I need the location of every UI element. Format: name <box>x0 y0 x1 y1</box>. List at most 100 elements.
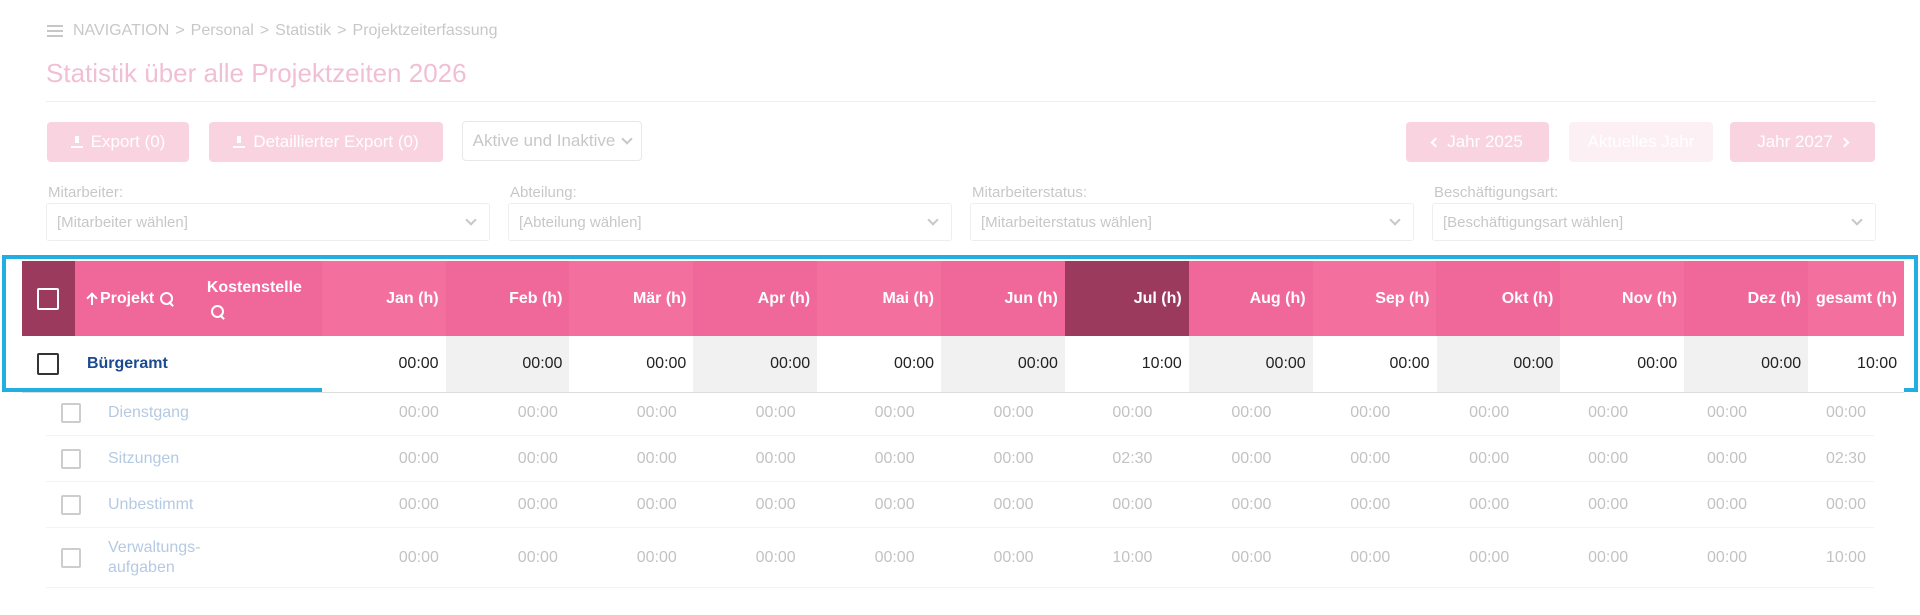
project-name-link[interactable]: Unbestimmt <box>108 495 328 515</box>
cell-mar: 00:00 <box>636 449 677 467</box>
cell-dez: 00:00 <box>1707 403 1748 421</box>
table-row: Bürgeramt 00:00 00:00 00:00 00:00 00:00 … <box>22 336 1905 393</box>
row-checkbox[interactable] <box>61 448 81 469</box>
cell-dez: 00:00 <box>1707 548 1748 566</box>
cell-apr: 00:00 <box>755 403 796 421</box>
column-header-aug[interactable]: Aug (h) <box>1188 261 1313 336</box>
cell-feb: 00:00 <box>445 336 570 392</box>
chevron-down-icon <box>465 214 477 226</box>
title-divider <box>46 101 1876 102</box>
cell-okt: 00:00 <box>1469 403 1510 421</box>
employee-status-select[interactable]: [Mitarbeiterstatus wählen] <box>970 203 1414 241</box>
column-header-apr[interactable]: Apr (h) <box>693 261 818 336</box>
column-header-feb[interactable]: Feb (h) <box>445 261 570 336</box>
row-checkbox[interactable] <box>61 402 81 423</box>
project-name-link[interactable]: Bürgeramt <box>75 336 322 392</box>
download-icon <box>233 136 246 148</box>
chevron-right-icon <box>1839 137 1850 147</box>
next-year-button[interactable]: Jahr 2027 <box>1730 122 1875 162</box>
table-header-row: Projekt Kostenstelle Jan (h) Feb (h) Mär… <box>22 261 1904 336</box>
breadcrumb-separator: > <box>175 22 185 39</box>
column-header-cost-center-label: Kostenstelle <box>206 278 302 296</box>
cell-jul: 10:00 <box>1064 336 1189 392</box>
filter-label-department: Abteilung: <box>510 184 577 201</box>
cell-jul: 00:00 <box>1112 495 1153 513</box>
cell-jan: 00:00 <box>398 449 439 467</box>
cell-jul: 02:30 <box>1112 449 1153 467</box>
cell-jan: 00:00 <box>398 548 439 566</box>
search-icon[interactable] <box>160 291 174 306</box>
cell-mar: 00:00 <box>636 548 677 566</box>
table-row: Dienstgang 00:00 00:00 00:00 00:00 00:00… <box>46 390 1874 436</box>
column-header-mai[interactable]: Mai (h) <box>817 261 941 336</box>
employee-select[interactable]: [Mitarbeiter wählen] <box>46 203 490 241</box>
column-header-nov[interactable]: Nov (h) <box>1560 261 1685 336</box>
filter-label-employee: Mitarbeiter: <box>48 184 124 201</box>
employee-select-placeholder: [Mitarbeiter wählen] <box>57 213 188 231</box>
column-header-mar[interactable]: Mär (h) <box>569 261 694 336</box>
project-name-link[interactable]: Verwaltungs- aufgaben <box>108 538 328 578</box>
cell-jun: 00:00 <box>993 495 1034 513</box>
select-all-checkbox[interactable] <box>37 287 60 310</box>
cell-aug: 00:00 <box>1231 449 1272 467</box>
cell-apr: 00:00 <box>755 548 796 566</box>
cell-okt: 00:00 <box>1469 548 1510 566</box>
export-button[interactable]: Export (0) <box>47 122 189 162</box>
column-header-jun[interactable]: Jun (h) <box>940 261 1065 336</box>
row-checkbox[interactable] <box>61 494 81 515</box>
column-header-dez[interactable]: Dez (h) <box>1684 261 1808 336</box>
cell-total: 00:00 <box>1825 403 1866 421</box>
column-header-jan[interactable]: Jan (h) <box>321 261 446 336</box>
column-header-jul[interactable]: Jul (h) <box>1064 261 1189 336</box>
cell-apr: 00:00 <box>693 336 818 392</box>
cell-aug: 00:00 <box>1188 336 1313 392</box>
cell-dez: 00:00 <box>1684 336 1809 392</box>
cell-feb: 00:00 <box>517 403 558 421</box>
cell-aug: 00:00 <box>1231 403 1272 421</box>
cell-jul: 00:00 <box>1112 403 1153 421</box>
cell-nov: 00:00 <box>1588 403 1629 421</box>
breadcrumb-statistik[interactable]: Statistik <box>275 22 331 40</box>
table-row: Unbestimmt 00:00 00:00 00:00 00:00 00:00… <box>46 482 1874 528</box>
status-filter-dropdown[interactable]: Aktive und Inaktive <box>462 121 642 161</box>
search-icon[interactable] <box>210 304 225 319</box>
cell-jun: 00:00 <box>993 548 1034 566</box>
sort-ascending-icon <box>87 293 97 305</box>
chevron-down-icon <box>1851 214 1863 226</box>
cell-jan: 00:00 <box>398 495 439 513</box>
cell-nov: 00:00 <box>1588 495 1629 513</box>
prev-year-button[interactable]: Jahr 2025 <box>1406 122 1549 162</box>
cell-sep: 00:00 <box>1350 449 1391 467</box>
cell-nov: 00:00 <box>1588 548 1629 566</box>
cell-dez: 00:00 <box>1707 495 1748 513</box>
cell-jun: 00:00 <box>941 336 1065 392</box>
row-checkbox[interactable] <box>61 547 81 568</box>
project-name-link[interactable]: Sitzungen <box>108 449 328 469</box>
cell-aug: 00:00 <box>1231 548 1272 566</box>
cell-sep: 00:00 <box>1350 495 1391 513</box>
project-name-link[interactable]: Dienstgang <box>108 403 328 423</box>
cell-total: 10:00 <box>1825 548 1866 566</box>
project-table: Projekt Kostenstelle Jan (h) Feb (h) Mär… <box>22 261 1905 393</box>
breadcrumb-personal[interactable]: Personal <box>191 22 254 40</box>
column-header-okt[interactable]: Okt (h) <box>1436 261 1561 336</box>
department-select[interactable]: [Abteilung wählen] <box>508 203 952 241</box>
cell-jan: 00:00 <box>321 336 446 392</box>
employment-type-select[interactable]: [Beschäftigungsart wählen] <box>1432 203 1876 241</box>
menu-icon[interactable] <box>47 25 63 37</box>
breadcrumb-separator: > <box>337 22 347 39</box>
column-header-total[interactable]: gesamt (h) <box>1808 261 1904 336</box>
export-button-label: Export (0) <box>90 132 166 151</box>
row-select-cell <box>22 336 75 392</box>
cell-mai: 00:00 <box>817 336 942 392</box>
cell-jan: 00:00 <box>398 403 439 421</box>
cell-nov: 00:00 <box>1588 449 1629 467</box>
detailed-export-button[interactable]: Detaillierter Export (0) <box>209 122 443 162</box>
column-header-sep[interactable]: Sep (h) <box>1312 261 1437 336</box>
breadcrumb-navigation[interactable]: NAVIGATION <box>73 22 169 40</box>
column-header-cost-center[interactable]: Kostenstelle <box>196 261 322 336</box>
current-year-button[interactable]: Aktuelles Jahr <box>1569 122 1713 162</box>
cell-total: 10:00 <box>1808 336 1905 392</box>
column-header-project[interactable]: Projekt <box>74 261 197 336</box>
row-checkbox[interactable] <box>37 353 60 375</box>
